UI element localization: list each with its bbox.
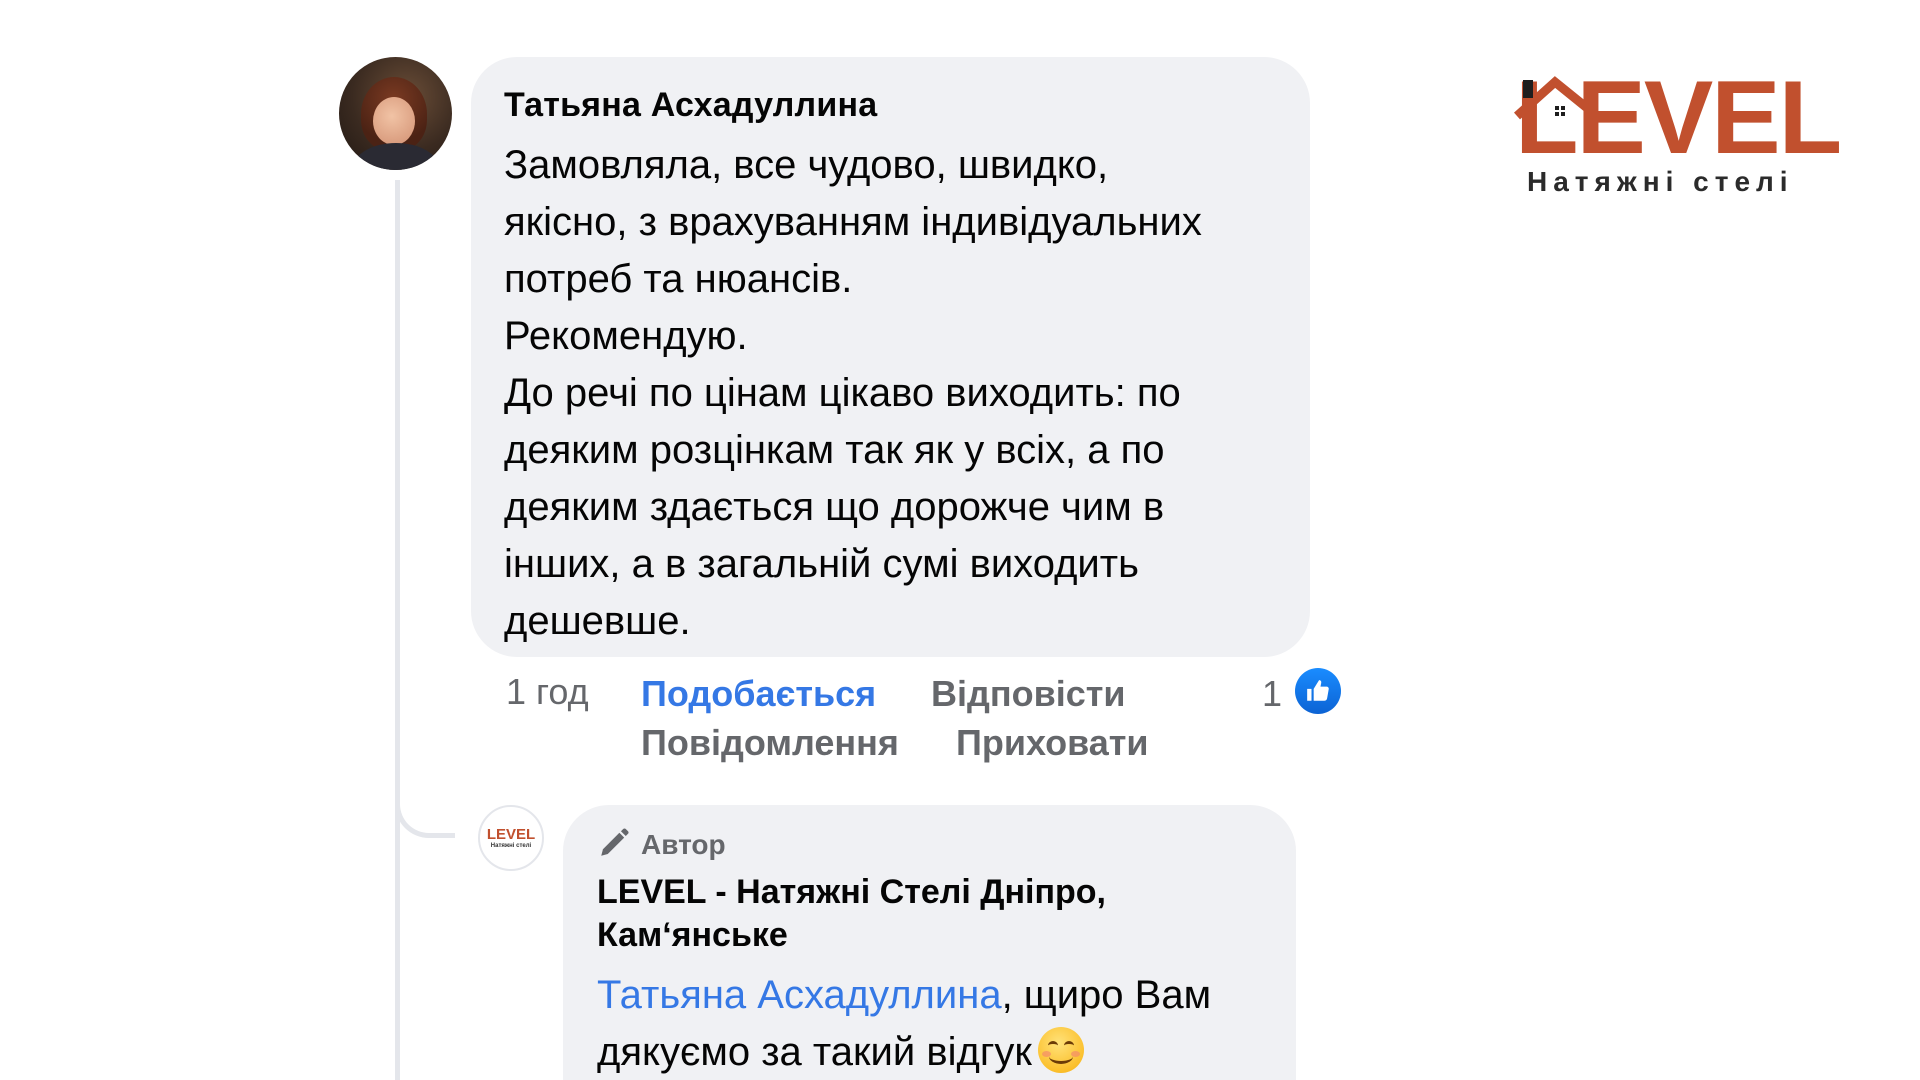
brand-logo-subtitle: Натяжні стелі: [1527, 166, 1794, 197]
house-roof-icon: [1513, 76, 1600, 120]
thread-connector-curve: [395, 760, 455, 838]
comment-text-line: потреб та нюансів.: [504, 257, 853, 301]
comment-text-line: деяким здається що дорожче чим в: [504, 485, 1165, 529]
page-avatar-logo-word: LEVEL: [486, 825, 536, 843]
avatar[interactable]: [339, 57, 452, 170]
author-badge-label: Автор: [641, 829, 726, 860]
comment-text-line: деяким розцінкам так як у всіх, а по: [504, 428, 1165, 472]
reply-text-segment: дякуємо за такий відгук: [597, 1030, 1032, 1074]
comment-timestamp[interactable]: 1 год: [506, 668, 589, 716]
like-button[interactable]: Подобається: [641, 670, 876, 718]
page-avatar-logo-sub: Натяжні стелі: [490, 842, 532, 849]
comment-text-line: інших, а в загальній сумі виходить: [504, 542, 1139, 586]
reply-author-line: Кам‘янське: [597, 916, 788, 954]
message-button[interactable]: Повідомлення: [641, 719, 899, 767]
reply-author-name[interactable]: LEVEL - Натяжні Стелі Дніпро, Кам‘янське: [597, 871, 1262, 957]
author-badge: Автор: [597, 825, 1262, 865]
comment-author-name[interactable]: Татьяна Асхадуллина: [504, 81, 1277, 129]
comment-text-line: дешевше.: [504, 599, 691, 643]
comment-text-line: До речі по цінам цікаво виходить: по: [504, 371, 1181, 415]
reply-text: Татьяна Асхадуллина, щиро Вам дякуємо за…: [597, 967, 1262, 1080]
comment-thread-screen: Татьяна Асхадуллина Замовляла, все чудов…: [0, 0, 1920, 1080]
reply-text-segment: , щиро Вам: [1001, 973, 1212, 1017]
avatar-face: [373, 97, 415, 145]
thread-connector-line: [395, 180, 400, 1080]
comment-text-line: Рекомендую.: [504, 314, 748, 358]
reply-author-line: LEVEL - Натяжні Стелі Дніпро,: [597, 873, 1106, 911]
reaction-count[interactable]: 1: [1262, 670, 1282, 718]
hide-button[interactable]: Приховати: [956, 719, 1149, 767]
comment-bubble: Татьяна Асхадуллина Замовляла, все чудов…: [471, 57, 1310, 657]
reply-button[interactable]: Відповісти: [931, 670, 1126, 718]
comment-text: Замовляла, все чудово, швидко, якісно, з…: [504, 137, 1277, 650]
brand-logo: LEVEL Натяжні стелі: [1513, 66, 1845, 200]
reply-bubble: Автор LEVEL - Натяжні Стелі Дніпро, Кам‘…: [563, 805, 1296, 1080]
thumbs-up-icon[interactable]: [1295, 668, 1341, 714]
mention-link[interactable]: Татьяна Асхадуллина: [597, 973, 1002, 1017]
comment-text-line: Замовляла, все чудово, швидко,: [504, 143, 1109, 187]
smiling-face-icon: [1037, 1027, 1084, 1073]
avatar-body: [353, 143, 439, 170]
comment-text-line: якісно, з врахуванням індивідуальних: [504, 200, 1202, 244]
page-avatar[interactable]: LEVEL Натяжні стелі: [478, 805, 544, 871]
pencil-icon: [597, 826, 631, 865]
